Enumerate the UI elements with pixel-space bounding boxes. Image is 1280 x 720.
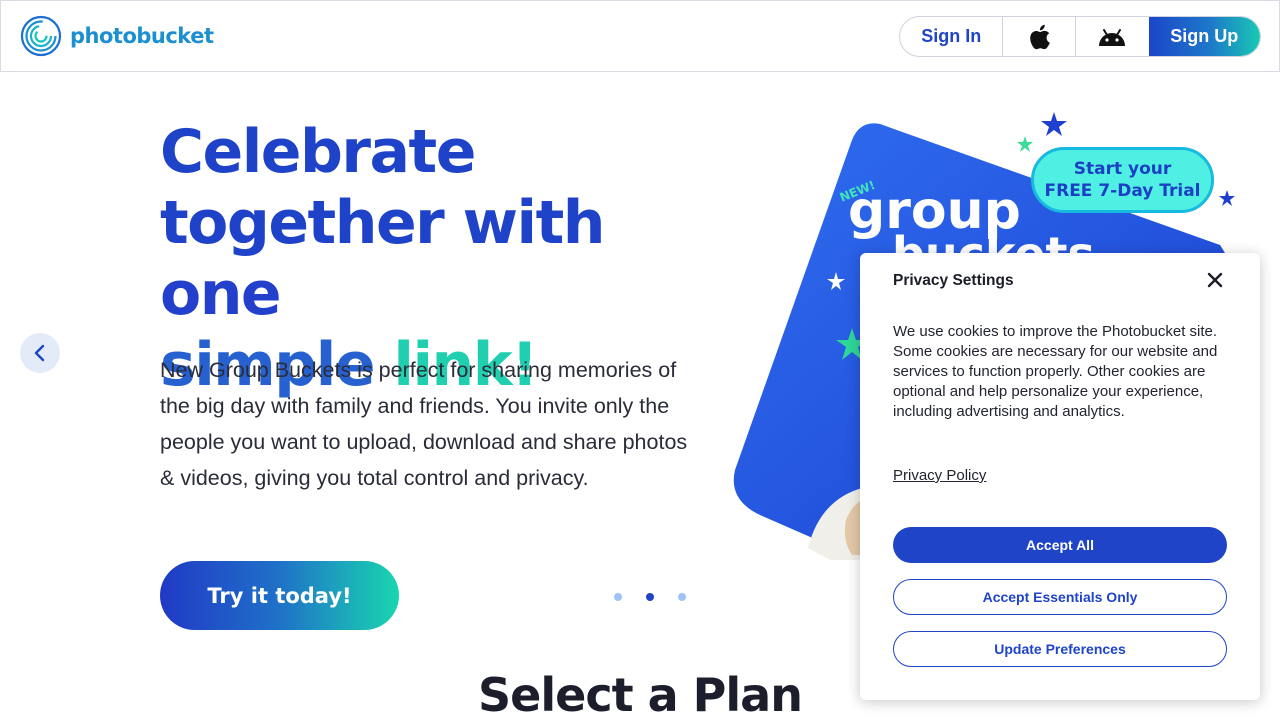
android-icon [1099,28,1126,46]
privacy-description: We use cookies to improve the Photobucke… [893,323,1218,420]
carousel-dots [614,593,686,601]
privacy-dialog-title: Privacy Settings [893,272,1014,289]
star-icon [1017,136,1033,152]
close-icon[interactable] [1205,270,1225,290]
accept-essentials-button[interactable]: Accept Essentials Only [893,579,1227,615]
header-nav: Sign In Sign Up [899,16,1261,57]
privacy-settings-dialog: Privacy Settings We use cookies to impro… [860,253,1260,700]
carousel-dot-3[interactable] [678,593,686,601]
hero-description: New Group Buckets is perfect for sharing… [160,358,688,490]
carousel-dot-2[interactable] [646,593,654,601]
apple-app-button[interactable] [1003,17,1077,56]
hero-title-line2b: one [160,259,282,329]
star-icon [1219,190,1235,206]
apple-icon [1030,24,1051,49]
logo[interactable]: photobucket [20,15,214,57]
privacy-policy-link[interactable]: Privacy Policy [893,467,986,484]
hero-title-line2a: together with [160,188,606,258]
site-header: photobucket Sign In Sign Up [0,0,1280,72]
android-app-button[interactable] [1076,17,1149,56]
chevron-left-icon [34,344,45,362]
carousel-prev-button[interactable] [20,333,60,373]
accept-all-button[interactable]: Accept All [893,527,1227,563]
sign-in-button[interactable]: Sign In [900,17,1004,56]
photobucket-logo-icon [20,15,62,57]
hero-title-line1: Celebrate [160,117,476,187]
trial-line2: FREE 7-Day Trial [1044,181,1201,201]
sign-up-button[interactable]: Sign Up [1148,17,1260,56]
trial-line1: Start your [1073,159,1172,179]
carousel-dot-1[interactable] [614,593,622,601]
free-trial-badge[interactable]: Start your FREE 7-Day Trial [1031,147,1214,213]
try-it-today-button[interactable]: Try it today! [160,561,399,630]
star-icon [1041,112,1067,136]
update-preferences-button[interactable]: Update Preferences [893,631,1227,667]
logo-text: photobucket [70,24,214,48]
